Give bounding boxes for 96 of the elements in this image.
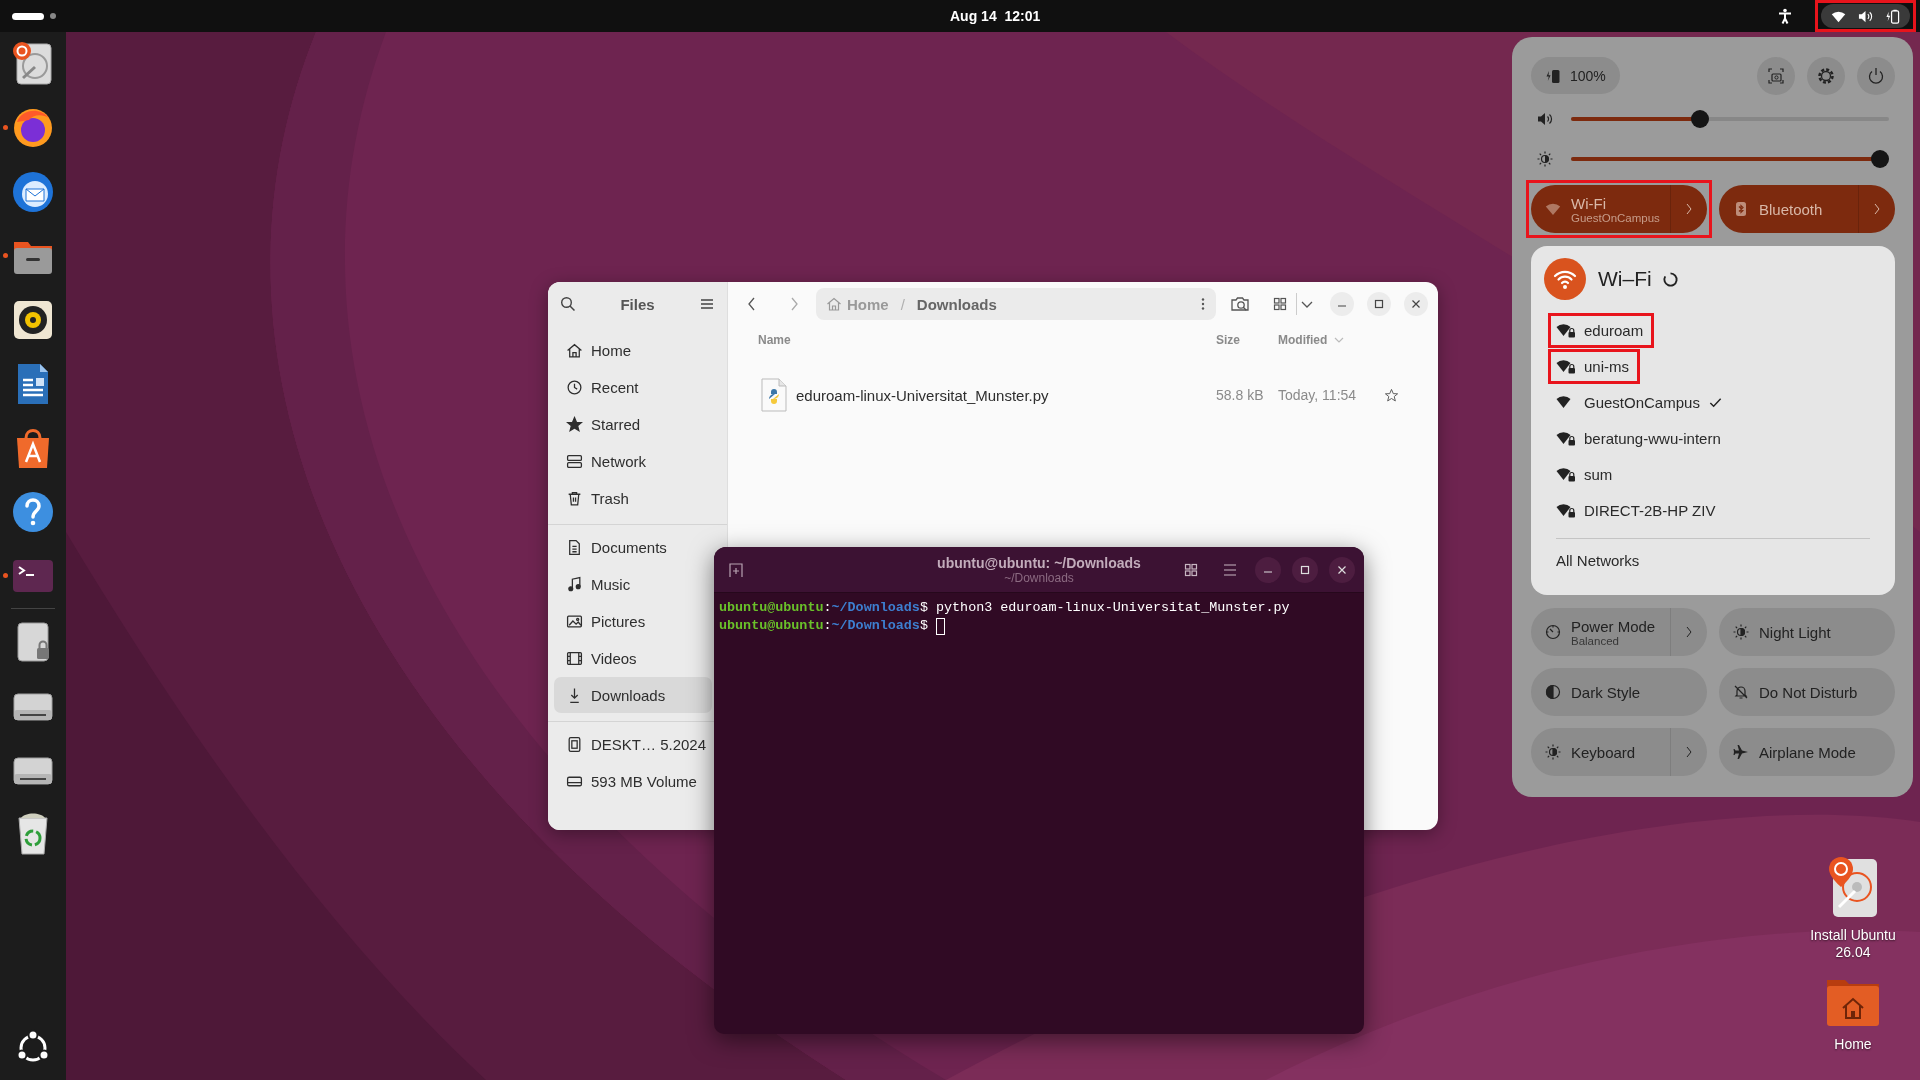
expand-arrow-button[interactable] — [1858, 185, 1895, 233]
modified-cell-text: Today, 11:54 — [1278, 387, 1358, 403]
card-icon — [566, 735, 583, 753]
clock-icon — [566, 378, 583, 396]
accessibility-icon[interactable] — [1777, 8, 1793, 24]
toggle-button[interactable]: Keyboard — [1531, 728, 1670, 776]
toggle-button[interactable]: Bluetooth — [1719, 185, 1858, 233]
sidebar-item[interactable]: Trash — [554, 480, 712, 516]
sidebar-item[interactable]: Network — [554, 443, 712, 479]
toggle-button[interactable]: Do Not Disturb — [1719, 668, 1895, 716]
window-title: ubuntu@ubuntu: ~/Downloads — [937, 554, 1141, 571]
wifi-menu-title: Wi–Fi — [1598, 267, 1652, 291]
wifi-entry[interactable]: uni-ms — [1548, 348, 1640, 384]
bluetooth-icon — [1733, 201, 1749, 217]
wifi-entry[interactable]: DIRECT-2B-HP ZIV — [1548, 492, 1727, 528]
music-note-icon — [566, 575, 583, 593]
maximize-button[interactable] — [1367, 292, 1391, 316]
battery-charging-icon — [1545, 67, 1561, 84]
clock[interactable]: Aug 14 12:01 — [950, 8, 1041, 24]
new-tab-icon[interactable] — [728, 561, 744, 578]
screenshot-button[interactable] — [1757, 56, 1795, 95]
film-icon — [566, 649, 583, 667]
slider-thumb[interactable] — [1871, 150, 1889, 168]
star-icon — [566, 415, 583, 433]
sidebar-item[interactable]: Pictures — [554, 603, 712, 639]
minimize-button[interactable] — [1255, 556, 1281, 583]
document-icon — [566, 538, 583, 556]
menu-icon[interactable] — [699, 296, 715, 312]
file-name-cell[interactable]: eduroam-linux-Universitat_Munster.py — [761, 378, 1216, 412]
sidebar-item[interactable]: Documents — [554, 529, 712, 565]
settings-button[interactable] — [1807, 56, 1845, 95]
sidebar-item[interactable]: Starred — [554, 406, 712, 442]
sidebar-item[interactable]: Downloads — [554, 677, 712, 713]
brightness-icon — [1537, 151, 1553, 167]
search-icon[interactable] — [560, 296, 576, 312]
desktop-icon-label[interactable]: Install Ubuntu 26.04 — [1795, 927, 1911, 961]
chevron-icon — [1684, 744, 1694, 760]
airplane-icon — [1733, 744, 1749, 760]
minimize-button[interactable] — [1330, 292, 1354, 316]
more-options-icon[interactable] — [1200, 296, 1206, 312]
close-button[interactable] — [1329, 556, 1355, 583]
path-crumb[interactable]: Downloads — [916, 295, 997, 313]
toggle-button[interactable]: Power Mode Balanced — [1531, 608, 1670, 656]
sun-icon — [1733, 624, 1749, 640]
wifi-entry[interactable]: beratung-wwu-intern — [1548, 420, 1732, 456]
network-icon — [566, 452, 583, 470]
sidebar-item[interactable]: Recent — [554, 369, 712, 405]
installer-disk-icon[interactable] — [1827, 857, 1879, 919]
terminal-line: ubuntu@ubuntu:~/Downloads$ — [719, 617, 945, 635]
window-subtitle: ~/Downloads — [1004, 570, 1074, 585]
spinner-icon — [1661, 270, 1679, 288]
toggle-button[interactable]: Airplane Mode — [1719, 728, 1895, 776]
close-button[interactable] — [1404, 292, 1428, 316]
power-button[interactable] — [1857, 56, 1895, 95]
expand-arrow-button[interactable] — [1670, 185, 1707, 233]
sidebar-item[interactable]: 593 MB Volume — [554, 763, 712, 799]
terminal-line: ubuntu@ubuntu:~/Downloads$ python3 eduroam-linux-Universitat_Munster.py — [719, 599, 1290, 617]
volume-icon — [1537, 111, 1553, 127]
home-icon — [566, 341, 583, 359]
chevron-icon — [1872, 201, 1882, 217]
bell-off-icon — [1733, 684, 1749, 700]
chevron-icon — [1684, 201, 1694, 217]
gauge-icon — [1545, 624, 1561, 640]
sidebar-item[interactable]: Music — [554, 566, 712, 602]
maximize-button[interactable] — [1292, 556, 1318, 583]
path-separator: / — [900, 295, 905, 313]
half-circle-icon — [1545, 684, 1561, 700]
home-icon — [826, 296, 842, 312]
toggle-button[interactable]: Wi-Fi GuestOnCampus — [1531, 185, 1670, 233]
toggle-button[interactable]: Dark Style — [1531, 668, 1707, 716]
system-status-menu[interactable] — [1821, 4, 1910, 28]
size-cell-text: 58.8 kB — [1216, 387, 1265, 403]
python-file-icon — [761, 378, 787, 412]
sidebar-item[interactable]: Videos — [554, 640, 712, 676]
wifi-entry[interactable]: GuestOnCampus — [1548, 384, 1734, 420]
wifi-icon — [1544, 258, 1586, 300]
sidebar-item[interactable]: DESKT… 5.2024 — [554, 726, 712, 762]
wifi-icon — [1545, 201, 1561, 217]
slider-thumb[interactable] — [1691, 110, 1709, 128]
sidebar-item[interactable]: Home — [554, 332, 712, 368]
chevron-icon — [1684, 624, 1694, 640]
battery-button[interactable]: 100% — [1531, 57, 1620, 94]
window-title: Files — [620, 295, 655, 313]
all-networks-item[interactable]: All Networks — [1556, 552, 1895, 569]
toggle-button[interactable]: Night Light — [1719, 608, 1895, 656]
workspace-indicator[interactable] — [12, 12, 44, 20]
desktop-icon-label[interactable]: Home — [1834, 1036, 1872, 1053]
wifi-entry[interactable]: sum — [1548, 456, 1624, 492]
star-icon[interactable] — [1384, 387, 1399, 403]
brightness-slider[interactable] — [1571, 150, 1889, 168]
volume-icon — [1858, 8, 1873, 24]
wifi-entry[interactable]: eduroam — [1548, 312, 1655, 348]
volume-slider[interactable] — [1571, 110, 1889, 128]
brightness-icon — [1545, 744, 1561, 760]
battery-charging-icon — [1885, 8, 1900, 24]
trash-icon — [566, 489, 583, 507]
